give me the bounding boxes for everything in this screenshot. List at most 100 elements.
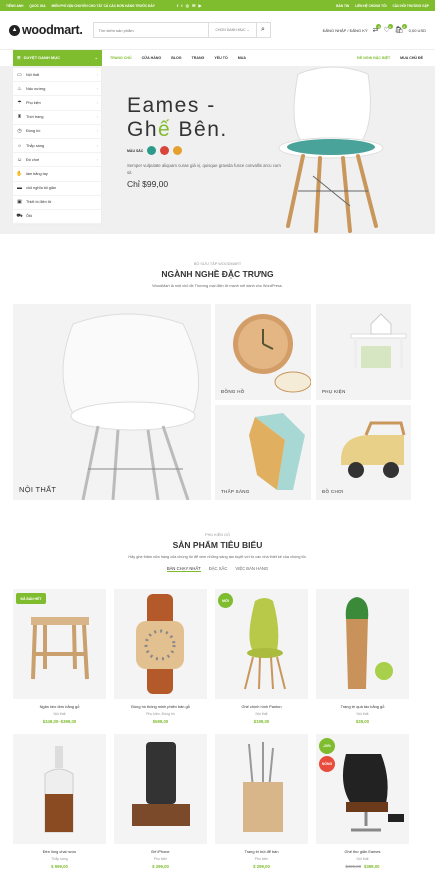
category-tile-clocks[interactable]: ĐỒNG HỒ [215, 304, 311, 400]
category-tile-accessories[interactable]: PHỤ KIỆN [316, 304, 411, 400]
product-card[interactable]: Đồng hồ thông minh phiên bản gỗ Phụ kiện… [114, 589, 207, 724]
product-name[interactable]: Đế iPhone [114, 849, 207, 854]
minimal-icon: ▬ [17, 185, 22, 192]
color-swatch-orange[interactable] [173, 146, 183, 155]
nav-pages[interactable]: TRANG [192, 56, 205, 60]
cart-icon[interactable]: 🛍 0 [395, 24, 407, 34]
product-category[interactable]: Nội thất [13, 712, 106, 716]
search-category-select[interactable]: CHỌN DANH MỤC ⌄ [208, 23, 255, 37]
category-item[interactable]: ♨ Nấu nướng › [13, 82, 101, 97]
product-card[interactable]: Trang trí bút để bàn Phụ kiện $ 299,00 [215, 734, 308, 869]
product-image[interactable] [114, 589, 207, 699]
product-card[interactable]: ĐÃ BÁN HẾT Ngăn kéo đơn bằng gỗ Nội thất… [13, 589, 106, 724]
color-swatch-red[interactable] [160, 146, 170, 155]
category-label: chủ nghĩa tối giản [26, 186, 56, 191]
tile-label: THẮP SÁNG [221, 489, 250, 494]
products-section-heading: PHỤ KIỆN GỖ SẢN PHẨM TIÊU BIỂU Hãy ghé t… [0, 533, 435, 572]
category-item[interactable]: ✋ làm bằng tay [13, 167, 101, 182]
product-name[interactable]: Ngăn kéo đơn bằng gỗ [13, 704, 106, 709]
category-item[interactable]: ◷ Đồng hồ › [13, 125, 101, 139]
electronics-icon: ▣ [17, 199, 22, 206]
section-description: Hãy ghé thăm cửa hàng của chúng tôi để x… [128, 555, 307, 559]
category-label: Đồng hồ [26, 129, 41, 134]
product-card[interactable]: Trang trí quả táo bằng gỗ Nội thất $39,0… [316, 589, 409, 724]
chevron-right-icon: › [96, 129, 98, 134]
contact-link[interactable]: LIÊN HỆ CHÚNG TÔI [355, 4, 386, 8]
category-item[interactable]: ☼ Thắp sáng › [13, 139, 101, 154]
categories-section-heading: BỘ SƯU TẬP WOODMART NGÀNH NGHỀ ĐẶC TRƯNG… [0, 262, 435, 288]
youtube-icon[interactable]: ▶ [198, 3, 201, 8]
color-swatch-teal[interactable] [147, 146, 157, 155]
product-category[interactable]: Nội thất [215, 712, 308, 716]
hero-title-line2: Ghế Bên. [127, 118, 228, 142]
wishlist-icon[interactable]: ♡ 0 [383, 24, 393, 34]
product-category[interactable]: Nội thất [316, 857, 409, 861]
faq-link[interactable]: CÂU HỎI THƯỜNG GẶP [392, 4, 429, 8]
product-name[interactable]: Ghế chính hình Panton [215, 704, 308, 709]
product-name[interactable]: Trang trí quả táo bằng gỗ [316, 704, 409, 709]
category-item[interactable]: ⛟ Ôtô [13, 210, 101, 225]
special-offer-link[interactable]: ĐỀ NGHỊ ĐẶC BIỆT [357, 56, 390, 60]
product-price: $ 599,00 [51, 864, 68, 869]
product-category[interactable]: Phụ kiện [114, 857, 207, 861]
category-item[interactable]: ☂ Phụ kiện › [13, 96, 101, 111]
product-card[interactable]: Đèn lồng chai rượu Thắp sáng $ 599,00 [13, 734, 106, 869]
buy-theme-link[interactable]: MUA CHỦ ĐỀ [400, 56, 423, 60]
category-tile-furniture[interactable]: NỘI THẤT [13, 304, 211, 500]
product-category[interactable]: Phụ kiện [215, 857, 308, 861]
category-item[interactable]: ♜ Thời trang › [13, 111, 101, 125]
nav-buy[interactable]: MUA [238, 56, 246, 60]
tab-featured[interactable]: ĐẶC SẮC [209, 566, 228, 572]
newsletter-link[interactable]: BẢN TIN [336, 4, 349, 8]
category-label: làm bằng tay [26, 171, 48, 176]
product-category[interactable]: Phụ kiện, Đồng hồ [114, 712, 207, 716]
compare-icon[interactable]: ⇄ 0 [373, 24, 382, 34]
tab-sale[interactable]: VIỆC BÁN HÀNG [235, 566, 268, 572]
product-image[interactable]: MỚI [215, 589, 308, 699]
email-icon[interactable]: ✉ [192, 3, 195, 8]
toy-icon: ☺ [16, 156, 23, 163]
country-link[interactable]: QUỐC GIA [29, 4, 45, 8]
category-item[interactable]: ▭ Nội thất › [13, 68, 101, 83]
logo[interactable]: ▲ woodmart. [9, 23, 83, 37]
nav-elements[interactable]: YẾU TỐ [214, 56, 227, 60]
instagram-icon[interactable]: ◎ [186, 3, 190, 8]
search-input[interactable]: Tìm kiếm sản phẩm [94, 28, 209, 33]
browse-categories-button[interactable]: ☰ DUYỆT DANH MỤC ⌄ [13, 49, 102, 66]
login-link[interactable]: ĐĂNG NHẬP / ĐĂNG KÝ [323, 28, 368, 33]
product-card[interactable]: -20% NÓNG Ghế thư giãn Eames Nội thất $4… [316, 734, 409, 869]
nav-blog[interactable]: BLOG [171, 56, 181, 60]
product-image[interactable]: ĐÃ BÁN HẾT [13, 589, 106, 699]
hand-icon: ✋ [16, 170, 23, 177]
category-item[interactable]: ☺ Đồ chơi › [13, 153, 101, 168]
category-tile-lighting[interactable]: THẮP SÁNG [215, 405, 311, 500]
product-image[interactable] [114, 734, 207, 844]
clock-image [233, 314, 311, 393]
twitter-icon[interactable]: t [181, 3, 182, 8]
tab-best-selling[interactable]: BÁN CHẠY NHẤT [166, 566, 201, 572]
product-category[interactable]: Thắp sáng [13, 857, 106, 861]
cart-total[interactable]: 0,00 USD [409, 28, 426, 33]
product-name[interactable]: Ghế thư giãn Eames [316, 849, 409, 854]
category-item[interactable]: ▬ chủ nghĩa tối giản [13, 182, 101, 196]
product-image[interactable] [13, 734, 106, 844]
search-button[interactable]: ⌕ [255, 23, 270, 37]
facebook-icon[interactable]: f [177, 3, 178, 8]
product-image[interactable]: -20% NÓNG [316, 734, 409, 844]
product-price: $599,00 [152, 719, 169, 724]
product-name[interactable]: Đèn lồng chai rượu [13, 849, 106, 854]
product-image[interactable] [215, 734, 308, 844]
cooking-icon: ♨ [17, 85, 22, 92]
nav-shop[interactable]: CỬA HÀNG [142, 56, 162, 60]
tile-label: PHỤ KIỆN [322, 389, 346, 394]
language-link[interactable]: TIẾNG ANH [6, 4, 23, 8]
product-card[interactable]: MỚI Ghế chính hình Panton Nội thất $199,… [215, 589, 308, 724]
product-card[interactable]: Đế iPhone Phụ kiện $ 299,00 [114, 734, 207, 869]
product-category[interactable]: Nội thất [316, 712, 409, 716]
product-name[interactable]: Đồng hồ thông minh phiên bản gỗ [114, 704, 207, 709]
product-name[interactable]: Trang trí bút để bàn [215, 849, 308, 854]
category-item[interactable]: ▣ Thiết bị điện tử [13, 196, 101, 210]
nav-home[interactable]: TRANG CHỦ [110, 56, 132, 60]
product-image[interactable] [316, 589, 409, 699]
category-tile-toys[interactable]: ĐỒ CHƠI [316, 405, 411, 500]
